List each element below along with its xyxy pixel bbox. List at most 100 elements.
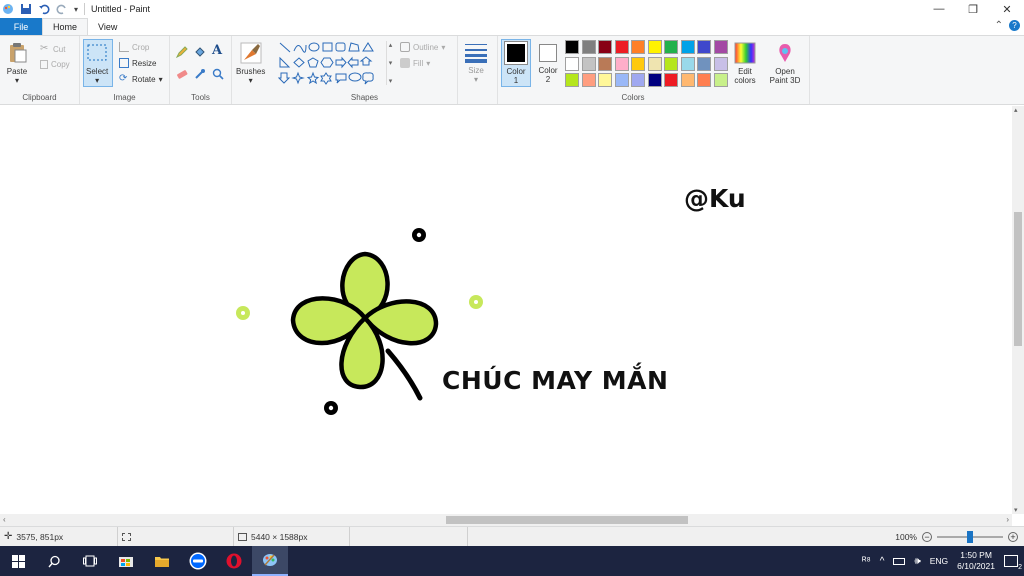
rectangle-shape-icon[interactable] bbox=[322, 42, 333, 52]
right-arrow-shape-icon[interactable] bbox=[335, 56, 347, 69]
paint-taskbar-button[interactable] bbox=[252, 546, 288, 576]
horizontal-scrollbar[interactable]: ‹ › bbox=[0, 514, 1012, 526]
triangle-shape-icon[interactable] bbox=[362, 42, 374, 52]
color-swatch[interactable] bbox=[647, 56, 662, 71]
people-icon[interactable]: ᴿ⁸ bbox=[862, 556, 871, 567]
scroll-down-arrow-icon[interactable]: ▾ bbox=[1014, 506, 1018, 514]
scroll-right-arrow-icon[interactable]: › bbox=[1006, 514, 1009, 526]
color-swatch[interactable] bbox=[697, 73, 711, 87]
clock[interactable]: 1:50 PM 6/10/2021 bbox=[957, 550, 995, 572]
curve-shape-icon[interactable] bbox=[293, 44, 307, 53]
store-button[interactable] bbox=[108, 546, 144, 576]
task-view-button[interactable] bbox=[72, 546, 108, 576]
redo-icon[interactable] bbox=[56, 3, 68, 15]
undo-icon[interactable] bbox=[38, 3, 50, 15]
hexagon-shape-icon[interactable] bbox=[320, 57, 334, 68]
zalo-button[interactable] bbox=[180, 546, 216, 576]
brushes-button[interactable]: Brushes ▾ bbox=[236, 42, 265, 85]
color2-button[interactable]: Color 2 bbox=[536, 44, 560, 84]
tab-view[interactable]: View bbox=[88, 18, 127, 35]
search-button[interactable] bbox=[36, 546, 72, 576]
collapse-ribbon-icon[interactable]: ⌃ bbox=[995, 20, 1003, 31]
outline-button[interactable]: Outline ▾ bbox=[400, 42, 445, 52]
six-point-star-shape-icon[interactable] bbox=[320, 72, 332, 85]
customize-qat-icon[interactable]: ▾ bbox=[74, 5, 78, 14]
down-arrow-shape-icon[interactable] bbox=[278, 72, 291, 84]
paint-app-icon[interactable] bbox=[2, 3, 14, 15]
five-point-star-shape-icon[interactable] bbox=[306, 71, 320, 85]
volume-icon[interactable]: 🕪 bbox=[914, 556, 920, 567]
resize-button[interactable]: Resize bbox=[119, 58, 156, 68]
callout-oval-shape-icon[interactable] bbox=[348, 72, 362, 82]
zoom-slider[interactable] bbox=[937, 531, 1003, 543]
callout-rect-shape-icon[interactable] bbox=[335, 73, 347, 84]
drawing-canvas[interactable]: @Ku CHÚC MAY MẮN bbox=[0, 106, 1012, 514]
color-swatch[interactable] bbox=[581, 56, 596, 71]
copy-button[interactable]: Copy bbox=[40, 60, 70, 69]
color-swatch[interactable] bbox=[664, 73, 678, 87]
color-swatch[interactable] bbox=[664, 56, 678, 71]
color-swatch[interactable] bbox=[581, 73, 596, 87]
color-swatch[interactable] bbox=[680, 40, 695, 54]
color-swatch[interactable] bbox=[581, 40, 596, 54]
notification-center-icon[interactable]: 2 bbox=[1004, 555, 1022, 571]
shapes-gallery[interactable] bbox=[278, 41, 388, 85]
text-tool-icon[interactable]: A bbox=[212, 43, 222, 58]
left-arrow-shape-icon[interactable] bbox=[347, 56, 359, 69]
vertical-scroll-thumb[interactable] bbox=[1014, 212, 1022, 346]
color-swatch[interactable] bbox=[631, 73, 645, 87]
tab-home[interactable]: Home bbox=[42, 18, 89, 35]
scroll-left-arrow-icon[interactable]: ‹ bbox=[3, 514, 6, 526]
explorer-button[interactable] bbox=[144, 546, 180, 576]
help-icon[interactable]: ? bbox=[1009, 20, 1020, 31]
color-swatch[interactable] bbox=[614, 73, 629, 87]
vertical-scrollbar[interactable]: ▴ ▾ bbox=[1012, 106, 1024, 514]
color-swatch[interactable] bbox=[713, 40, 728, 54]
tab-file[interactable]: File bbox=[0, 18, 42, 35]
up-arrow-shape-icon[interactable] bbox=[359, 56, 373, 66]
color-swatch[interactable] bbox=[647, 40, 662, 54]
color-swatch[interactable] bbox=[713, 73, 728, 87]
color-swatch[interactable] bbox=[598, 56, 612, 71]
minimize-icon[interactable]: — bbox=[922, 0, 956, 18]
color-swatch[interactable] bbox=[680, 56, 695, 71]
pencil-icon[interactable] bbox=[176, 46, 188, 58]
right-triangle-shape-icon[interactable] bbox=[279, 56, 291, 68]
gallery-expand-icon[interactable]: ▾ bbox=[389, 77, 393, 85]
color-swatch[interactable] bbox=[647, 73, 662, 87]
polygon-shape-icon[interactable] bbox=[348, 42, 360, 52]
four-point-star-shape-icon[interactable] bbox=[291, 71, 305, 85]
zoom-slider-knob[interactable] bbox=[967, 531, 973, 543]
color-swatch[interactable] bbox=[614, 56, 629, 71]
color-swatch[interactable] bbox=[631, 56, 645, 71]
start-button[interactable] bbox=[0, 546, 36, 576]
color-swatch[interactable] bbox=[664, 40, 678, 54]
color-swatch[interactable] bbox=[713, 56, 728, 71]
open-paint3d-button[interactable]: Open Paint 3D bbox=[768, 42, 802, 85]
scroll-up-icon[interactable]: ▴ bbox=[389, 41, 393, 49]
color-swatch[interactable] bbox=[631, 40, 645, 54]
color-swatch[interactable] bbox=[565, 56, 579, 71]
save-icon[interactable] bbox=[20, 3, 32, 15]
callout-cloud-shape-icon[interactable] bbox=[362, 72, 374, 85]
scroll-up-arrow-icon[interactable]: ▴ bbox=[1014, 106, 1018, 114]
color-swatch[interactable] bbox=[565, 40, 579, 54]
line-shape-icon[interactable] bbox=[279, 42, 291, 53]
fill-bucket-icon[interactable] bbox=[194, 46, 206, 58]
shapes-gallery-scroll[interactable]: ▴ ▾ ▾ bbox=[386, 41, 394, 85]
cut-button[interactable]: ✂ Cut bbox=[40, 44, 65, 54]
size-button[interactable]: Size ▾ bbox=[465, 41, 487, 84]
fill-button[interactable]: Fill ▾ bbox=[400, 58, 430, 68]
color-swatch[interactable] bbox=[598, 40, 612, 54]
paste-button[interactable]: Paste ▾ bbox=[6, 42, 28, 85]
pentagon-shape-icon[interactable] bbox=[307, 57, 319, 68]
rotate-button[interactable]: ⟳ Rotate ▾ bbox=[119, 74, 163, 84]
color-swatch[interactable] bbox=[614, 40, 629, 54]
close-icon[interactable]: ✕ bbox=[990, 0, 1024, 18]
battery-icon[interactable] bbox=[893, 557, 906, 565]
eraser-icon[interactable] bbox=[176, 68, 188, 80]
color-picker-icon[interactable] bbox=[194, 68, 206, 80]
rounded-rect-shape-icon[interactable] bbox=[335, 42, 346, 52]
color-swatch[interactable] bbox=[680, 73, 695, 87]
color-swatch[interactable] bbox=[565, 73, 579, 87]
